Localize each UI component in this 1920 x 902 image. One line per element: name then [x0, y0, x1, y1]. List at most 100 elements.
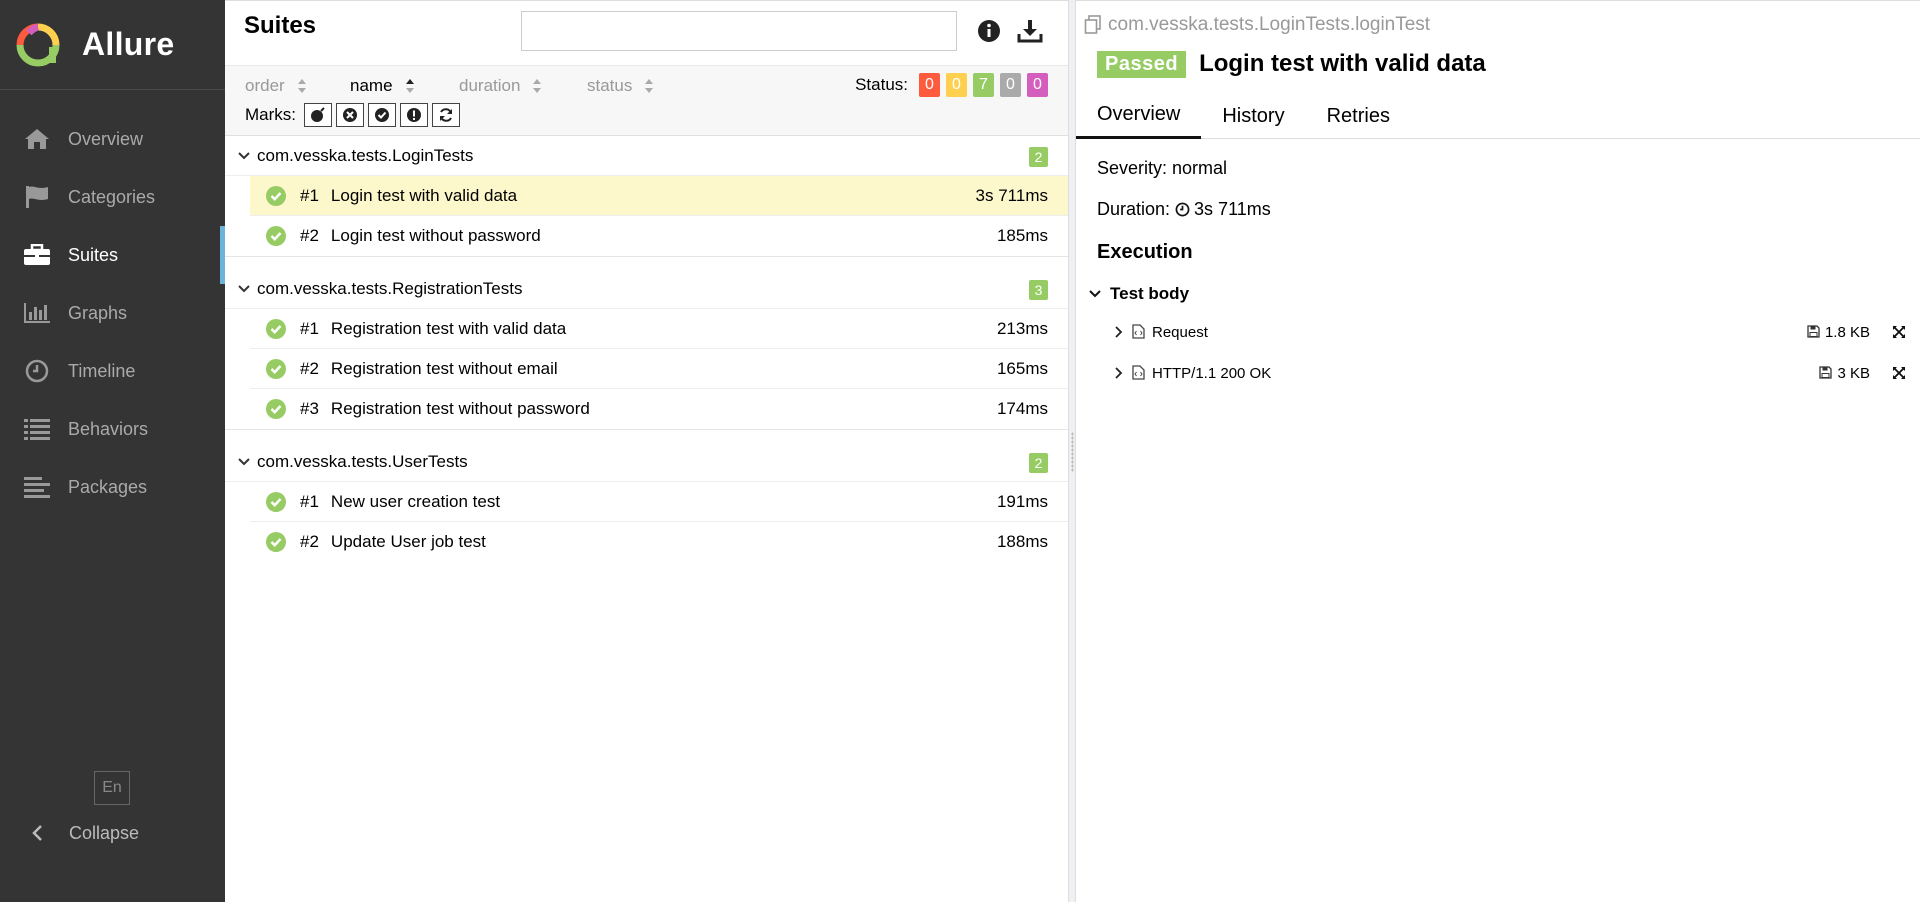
test-name: Registration test without email: [330, 358, 558, 378]
test-row[interactable]: #3 Registration test without password 17…: [250, 389, 1068, 429]
test-title-line: Passed Login test with valid data: [1097, 50, 1486, 78]
sort-arrows-icon: [405, 78, 415, 94]
suite-name: com.vesska.tests.UserTests: [257, 451, 468, 471]
sidebar-item-graphs[interactable]: Graphs: [0, 284, 225, 342]
refresh-icon: [440, 108, 452, 122]
tab-retries[interactable]: Retries: [1306, 93, 1411, 139]
expand-icon[interactable]: [1890, 323, 1908, 341]
passed-check-icon: [266, 491, 286, 512]
mark-retries-button[interactable]: [432, 103, 460, 127]
test-number: #1: [300, 491, 319, 511]
chevron-down-icon: [237, 151, 251, 161]
duration-value: 3s 711ms: [1194, 199, 1271, 219]
sidebar-item-categories[interactable]: Categories: [0, 168, 225, 226]
attachment-row[interactable]: Request 1.8 KB: [1114, 317, 1914, 347]
suite-group-header[interactable]: com.vesska.tests.LoginTests 2: [225, 136, 1068, 176]
copy-icon[interactable]: [1082, 14, 1104, 36]
mark-new-passed-button[interactable]: [368, 103, 396, 127]
severity: Severity: normal: [1097, 158, 1228, 178]
suites-panel: Suites order name duration status Status…: [225, 0, 1068, 902]
attachment-row[interactable]: HTTP/1.1 200 OK 3 KB: [1114, 358, 1914, 388]
chevron-right-icon: [1114, 367, 1126, 379]
passed-check-icon: [266, 358, 286, 379]
test-row[interactable]: #2 Update User job test 188ms: [250, 522, 1068, 562]
sort-order[interactable]: order: [245, 74, 307, 98]
test-number: #2: [300, 358, 319, 378]
exclamation-circle-icon: [407, 108, 421, 122]
test-full-name: com.vesska.tests.LoginTests.loginTest: [1082, 14, 1430, 36]
sidebar-nav: Overview Categories Suites Graphs Timeli…: [0, 110, 225, 516]
file-code-icon: [1132, 324, 1146, 340]
full-name-text: com.vesska.tests.LoginTests.loginTest: [1108, 14, 1431, 35]
suite-group: com.vesska.tests.RegistrationTests 3 #1 …: [225, 269, 1068, 430]
sort-label: status: [587, 76, 633, 95]
times-circle-icon: [343, 108, 357, 122]
passed-check-icon: [266, 226, 286, 246]
test-duration: 185ms: [996, 226, 1048, 245]
attachment-size: 1.8 KB: [1807, 324, 1870, 341]
mark-new-failed-button[interactable]: [336, 103, 364, 127]
test-row[interactable]: #1 Login test with valid data 3s 711ms: [250, 176, 1068, 216]
execution-title: Execution: [1097, 241, 1193, 263]
mark-flaky-button[interactable]: [304, 103, 332, 127]
sort-label: name: [350, 76, 393, 95]
clock-icon: [1175, 202, 1190, 217]
sidebar-item-label: Categories: [68, 186, 156, 207]
flag-icon: [22, 184, 52, 210]
sidebar-item-overview[interactable]: Overview: [0, 110, 225, 168]
test-title: Login test with valid data: [1199, 50, 1486, 77]
duration-label: Duration:: [1097, 199, 1171, 219]
status-unknown-count[interactable]: 0: [1027, 73, 1048, 97]
info-icon[interactable]: [974, 16, 1004, 46]
test-number: #3: [300, 399, 319, 418]
status-failed-count[interactable]: 0: [919, 73, 940, 97]
tab-overview[interactable]: Overview: [1076, 93, 1202, 139]
sidebar-item-suites[interactable]: Suites: [0, 226, 225, 284]
status-broken-count[interactable]: 0: [946, 73, 967, 97]
sort-arrows-icon: [532, 78, 542, 94]
sort-name[interactable]: name: [350, 74, 415, 98]
test-name: Login test with valid data: [330, 185, 518, 205]
chevron-down-icon: [237, 284, 251, 294]
test-row[interactable]: #2 Login test without password 185ms: [250, 216, 1068, 256]
test-row[interactable]: #1 Registration test with valid data 213…: [250, 309, 1068, 349]
briefcase-icon: [22, 242, 52, 268]
collapse-button[interactable]: Collapse: [22, 818, 139, 848]
test-body-toggle[interactable]: Test body: [1088, 284, 1189, 304]
mark-new-broken-button[interactable]: [400, 103, 428, 127]
save-icon: [1819, 366, 1833, 380]
chevron-right-icon: [1114, 326, 1126, 338]
brand[interactable]: Allure: [0, 0, 225, 90]
expand-icon[interactable]: [1890, 364, 1908, 382]
marks-filter: Marks:: [245, 103, 460, 127]
sidebar-item-packages[interactable]: Packages: [0, 458, 225, 516]
passed-check-icon: [266, 318, 286, 339]
language-button[interactable]: En: [94, 771, 130, 805]
chevron-down-icon: [237, 457, 251, 467]
sidebar-item-behaviors[interactable]: Behaviors: [0, 400, 225, 458]
pane-splitter[interactable]: [1068, 0, 1076, 902]
sort-arrows-icon: [297, 78, 307, 94]
tab-history[interactable]: History: [1201, 93, 1305, 139]
search-input[interactable]: [521, 11, 957, 51]
sort-status[interactable]: status: [587, 74, 654, 98]
sort-label: duration: [459, 76, 521, 95]
status-badge: Passed: [1097, 50, 1187, 78]
sort-label: order: [245, 76, 285, 95]
test-number: #1: [300, 318, 319, 338]
sort-duration[interactable]: duration: [459, 74, 542, 98]
status-skipped-count[interactable]: 0: [1000, 73, 1021, 97]
sidebar-item-label: Behaviors: [68, 418, 149, 439]
test-row[interactable]: #1 New user creation test 191ms: [250, 482, 1068, 522]
test-row[interactable]: #2 Registration test without email 165ms: [250, 349, 1068, 389]
suites-controls: order name duration status Status: 0 0 7…: [225, 66, 1068, 136]
test-number: #2: [300, 226, 319, 245]
attachment-size-value: 1.8 KB: [1824, 323, 1870, 341]
suite-group-header[interactable]: com.vesska.tests.RegistrationTests 3: [225, 269, 1068, 309]
status-passed-count[interactable]: 7: [973, 73, 994, 97]
download-icon[interactable]: [1015, 16, 1045, 46]
passed-count-badge: 2: [1029, 453, 1048, 473]
suite-group-header[interactable]: com.vesska.tests.UserTests 2: [225, 442, 1068, 482]
sidebar-item-label: Overview: [68, 128, 144, 149]
sidebar-item-timeline[interactable]: Timeline: [0, 342, 225, 400]
